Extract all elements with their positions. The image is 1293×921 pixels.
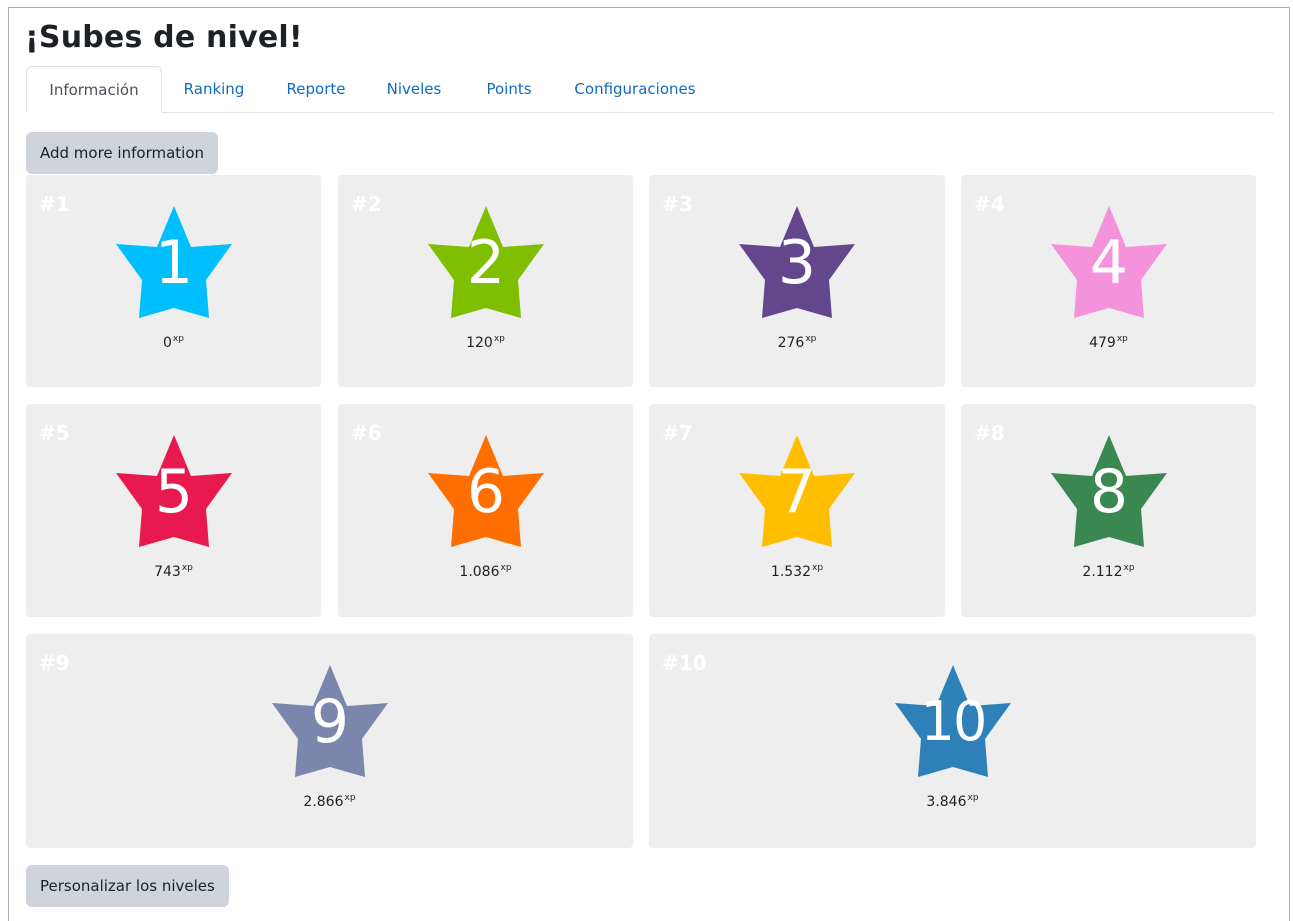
level-card-8: #8 8 2.112xp — [961, 404, 1256, 617]
level-rank-label: #7 — [662, 421, 693, 445]
level-number: 9 — [310, 687, 350, 757]
level-card-6: #6 6 1.086xp — [338, 404, 633, 617]
level-xp-value: 2.866xp — [26, 793, 633, 810]
level-rank-label: #3 — [662, 192, 693, 216]
xp-amount: 1.532 — [770, 564, 812, 580]
add-more-information-button[interactable]: Add more information — [26, 132, 219, 174]
xp-amount: 2.112 — [1082, 564, 1123, 580]
xp-amount: 276 — [777, 335, 805, 351]
level-xp-value: 743xp — [26, 563, 321, 580]
level-xp-value: 479xp — [961, 334, 1256, 351]
level-number: 1 — [154, 228, 194, 298]
level-number: 5 — [154, 457, 194, 527]
level-number: 7 — [777, 457, 817, 527]
xp-suffix: xp — [1123, 563, 1135, 573]
level-xp-value: 0xp — [26, 334, 321, 351]
level-rank-label: #4 — [974, 192, 1005, 216]
xp-suffix: xp — [344, 793, 356, 803]
xp-amount: 3.846 — [926, 794, 967, 810]
level-star-badge: 6 — [427, 431, 545, 549]
level-xp-value: 3.846xp — [649, 793, 1256, 810]
xp-amount: 743 — [154, 564, 181, 580]
customize-levels-button[interactable]: Personalizar los niveles — [26, 865, 229, 907]
xp-suffix: xp — [967, 793, 979, 803]
level-card-10: #10 10 3.846xp — [649, 634, 1256, 848]
level-xp-value: 2.112xp — [961, 563, 1256, 580]
page-title: ¡Subes de nivel! — [25, 20, 303, 55]
xp-amount: 479 — [1089, 335, 1116, 351]
level-rank-label: #2 — [351, 192, 382, 216]
level-number: 6 — [466, 457, 506, 527]
level-number: 3 — [777, 228, 817, 298]
tab-bar: Información Ranking Reporte Niveles Poin… — [26, 66, 1273, 113]
level-star-badge: 9 — [271, 661, 389, 779]
level-star-badge: 2 — [427, 202, 545, 320]
xp-amount: 2.866 — [303, 794, 344, 810]
xp-suffix: xp — [493, 334, 505, 344]
level-card-1: #1 1 0xp — [26, 175, 321, 387]
xp-suffix: xp — [181, 563, 193, 573]
xp-amount: 0 — [163, 335, 172, 351]
level-xp-value: 1.086xp — [338, 563, 633, 580]
level-star-badge: 7 — [738, 431, 856, 549]
level-xp-value: 120xp — [338, 334, 633, 351]
level-star-badge: 4 — [1050, 202, 1168, 320]
level-number: 8 — [1089, 457, 1129, 527]
level-star-badge: 1 — [115, 202, 233, 320]
level-card-3: #3 3 276xp — [649, 175, 945, 387]
level-card-4: #4 4 479xp — [961, 175, 1256, 387]
tab-ranking[interactable]: Ranking — [174, 66, 254, 112]
level-number: 10 — [920, 690, 988, 753]
level-rank-label: #8 — [974, 421, 1005, 445]
level-number: 2 — [466, 228, 506, 298]
xp-suffix: xp — [805, 334, 817, 344]
tab-reporte[interactable]: Reporte — [278, 66, 354, 112]
tab-informacion[interactable]: Información — [26, 66, 162, 113]
level-xp-value: 276xp — [649, 334, 945, 351]
tab-points[interactable]: Points — [476, 66, 542, 112]
level-rank-label: #6 — [351, 421, 382, 445]
level-xp-value: 1.532xp — [649, 563, 945, 580]
xp-amount: 1.086 — [459, 564, 500, 580]
level-card-7: #7 7 1.532xp — [649, 404, 945, 617]
level-star-badge: 8 — [1050, 431, 1168, 549]
level-number: 4 — [1089, 228, 1129, 298]
level-star-badge: 3 — [738, 202, 856, 320]
level-rank-label: #10 — [662, 651, 707, 675]
xp-suffix: xp — [172, 334, 184, 344]
level-rank-label: #5 — [39, 421, 70, 445]
level-star-badge: 5 — [115, 431, 233, 549]
level-rank-label: #1 — [39, 192, 70, 216]
xp-suffix: xp — [812, 563, 824, 573]
level-rank-label: #9 — [39, 651, 70, 675]
xp-amount: 120 — [466, 335, 493, 351]
xp-suffix: xp — [1116, 334, 1128, 344]
tab-niveles[interactable]: Niveles — [380, 66, 448, 112]
level-card-9: #9 9 2.866xp — [26, 634, 633, 848]
tab-configuraciones[interactable]: Configuraciones — [568, 66, 702, 112]
xp-suffix: xp — [500, 563, 512, 573]
level-card-2: #2 2 120xp — [338, 175, 633, 387]
level-star-badge: 10 — [894, 661, 1012, 779]
level-card-5: #5 5 743xp — [26, 404, 321, 617]
